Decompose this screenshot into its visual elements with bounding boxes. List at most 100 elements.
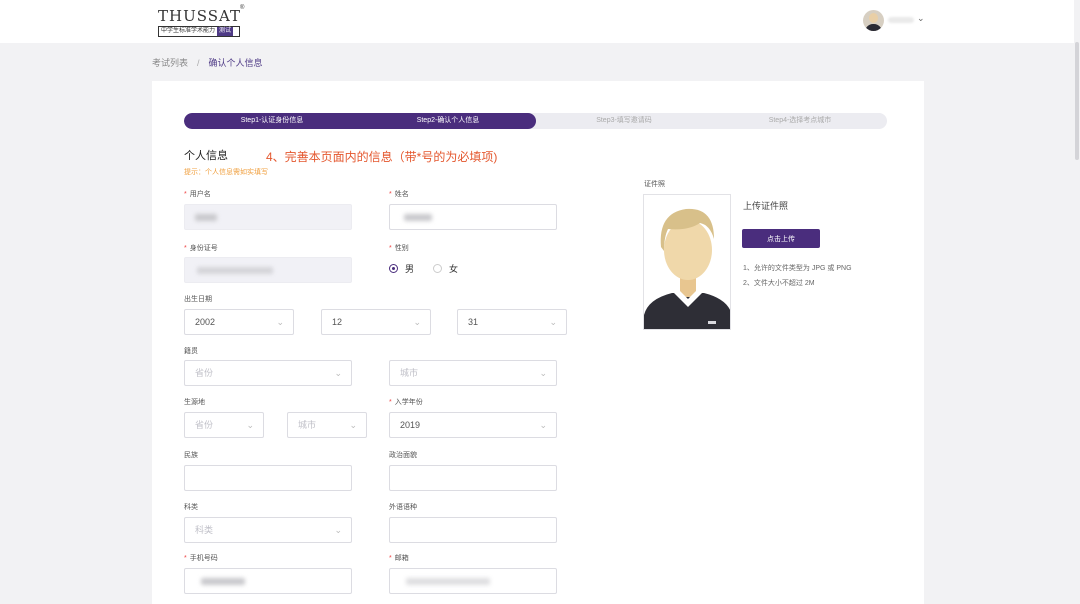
gender-female-text: 女 <box>449 264 459 274</box>
chevron-down-icon: ⌄ <box>246 420 254 430</box>
id-number-redacted <box>197 267 273 274</box>
step-progress: Step1-认证身份信息 Step2-确认个人信息 Step3-填写邀请码 St… <box>184 113 887 129</box>
phone-label-text: 手机号码 <box>189 555 218 562</box>
required-mark: * <box>389 245 392 252</box>
gender-male-radio[interactable]: 男 <box>389 262 414 275</box>
upload-title: 上传证件照 <box>743 201 789 211</box>
username-input[interactable] <box>184 204 352 230</box>
section-title: 个人信息 <box>184 150 228 162</box>
political-label: 政治面貌 <box>389 452 417 459</box>
email-label: * 邮箱 <box>389 553 409 563</box>
enroll-year-value: 2019 <box>400 420 421 430</box>
logo-subtitle-badge: 测试 <box>217 27 234 36</box>
enroll-year-select[interactable]: 2019 ⌄ <box>389 412 557 438</box>
username-label-text: 用户名 <box>189 191 211 198</box>
enroll-year-label: * 入学年份 <box>389 397 423 407</box>
source-city-select[interactable]: 城市 ⌄ <box>287 412 367 438</box>
gender-female-radio[interactable]: 女 <box>433 262 458 275</box>
source-province-select[interactable]: 省份 ⌄ <box>184 412 264 438</box>
radio-checked-icon <box>389 264 398 273</box>
thussat-logo[interactable]: THUSSAT ® 中学生标准学术能力 测试 <box>158 5 245 37</box>
id-number-label: * 身份证号 <box>184 243 218 253</box>
user-avatar[interactable] <box>863 10 884 31</box>
step-2: Step2-确认个人信息 <box>416 117 480 124</box>
native-city-select[interactable]: 城市 ⌄ <box>389 360 557 386</box>
form-hint: 提示：个人信息需如实填写 <box>184 169 268 176</box>
birth-month-value: 12 <box>332 317 343 327</box>
name-input[interactable] <box>389 204 557 230</box>
chevron-down-icon: ⌄ <box>334 525 342 535</box>
birth-day-select[interactable]: 31 ⌄ <box>457 309 567 335</box>
required-mark: * <box>184 245 187 252</box>
upload-tip-2: 2、文件大小不超过 2M <box>743 280 815 287</box>
username-redacted <box>195 214 217 221</box>
annotation-note: 4、完善本页面内的信息（带*号的为必填项) <box>266 150 498 164</box>
birth-year-select[interactable]: 2002 ⌄ <box>184 309 294 335</box>
native-province-placeholder: 省份 <box>195 368 214 378</box>
subject-select[interactable]: 科类 ⌄ <box>184 517 352 543</box>
enroll-year-label-text: 入学年份 <box>394 399 423 406</box>
source-city-placeholder: 城市 <box>298 420 317 430</box>
phone-label: * 手机号码 <box>184 553 218 563</box>
id-photo-preview <box>643 194 731 330</box>
breadcrumb: 考试列表 / 确认个人信息 <box>152 56 263 69</box>
id-number-label-text: 身份证号 <box>189 245 218 252</box>
breadcrumb-separator: / <box>197 57 200 68</box>
name-redacted <box>404 214 432 221</box>
chevron-down-icon: ⌄ <box>413 317 421 327</box>
required-mark: * <box>184 555 187 562</box>
gender-label: * 性别 <box>389 243 409 253</box>
birth-label: 出生日期 <box>184 296 212 303</box>
source-label: 生源地 <box>184 399 205 406</box>
step-3: Step3-填写邀请码 <box>596 117 652 124</box>
avatar-body <box>865 24 882 31</box>
phone-redacted <box>201 578 245 585</box>
id-number-input[interactable] <box>184 257 352 283</box>
breadcrumb-exam-list[interactable]: 考试列表 <box>152 56 188 69</box>
subject-label: 科类 <box>184 504 198 511</box>
birth-year-value: 2002 <box>195 317 216 327</box>
logo-registered-mark: ® <box>240 5 245 11</box>
gender-label-text: 性别 <box>394 245 409 252</box>
logo-subtitle: 中学生标准学术能力 测试 <box>158 26 240 37</box>
step-4: Step4-选择考点城市 <box>768 117 832 124</box>
photo-title: 证件照 <box>644 181 665 188</box>
chevron-down-icon: ⌄ <box>334 368 342 378</box>
avatar-placeholder-icon <box>644 208 730 329</box>
email-input[interactable] <box>389 568 557 594</box>
upload-photo-button[interactable]: 点击上传 <box>742 229 820 248</box>
chevron-down-icon: ⌄ <box>539 368 547 378</box>
email-redacted <box>406 578 490 585</box>
birth-month-select[interactable]: 12 ⌄ <box>321 309 431 335</box>
required-mark: * <box>389 399 392 406</box>
chevron-down-icon: ⌄ <box>276 317 284 327</box>
email-label-text: 邮箱 <box>394 555 409 562</box>
required-mark: * <box>389 191 392 198</box>
scrollbar-thumb[interactable] <box>1075 42 1079 160</box>
logo-subtitle-text: 中学生标准学术能力 <box>161 28 216 34</box>
name-label: * 姓名 <box>389 189 409 199</box>
ethnicity-input[interactable] <box>184 465 352 491</box>
breadcrumb-current: 确认个人信息 <box>208 58 263 68</box>
source-province-placeholder: 省份 <box>195 420 214 430</box>
required-mark: * <box>389 555 392 562</box>
phone-input[interactable] <box>184 568 352 594</box>
chevron-down-icon: ⌄ <box>349 420 357 430</box>
political-input[interactable] <box>389 465 557 491</box>
upload-tip-1: 1、允许的文件类型为 JPG 或 PNG <box>743 265 852 272</box>
username-redacted[interactable] <box>888 17 914 23</box>
logo-wordmark: THUSSAT <box>158 7 242 25</box>
subject-placeholder: 科类 <box>195 525 214 535</box>
native-province-select[interactable]: 省份 ⌄ <box>184 360 352 386</box>
native-city-placeholder: 城市 <box>400 368 419 378</box>
avatar-head <box>869 13 878 23</box>
name-label-text: 姓名 <box>394 191 409 198</box>
username-label: * 用户名 <box>184 189 211 199</box>
chevron-down-icon[interactable]: ⌄ <box>917 13 925 24</box>
chevron-down-icon: ⌄ <box>539 420 547 430</box>
top-bar: THUSSAT ® 中学生标准学术能力 测试 ⌄ <box>0 0 1080 43</box>
language-input[interactable] <box>389 517 557 543</box>
language-label: 外语语种 <box>389 504 417 511</box>
birth-day-value: 31 <box>468 317 479 327</box>
ethnicity-label: 民族 <box>184 452 198 459</box>
